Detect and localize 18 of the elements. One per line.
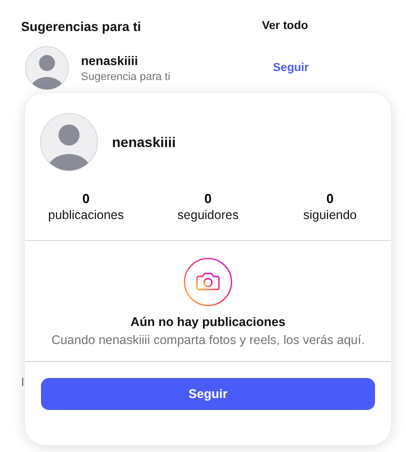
- profile-username[interactable]: nenaskiiii: [112, 134, 176, 150]
- stat-label: seguidores: [177, 208, 239, 222]
- stat-label: siguiendo: [303, 208, 357, 222]
- footer-link[interactable]: I: [21, 374, 24, 390]
- stat-count: 0: [204, 191, 212, 206]
- section-title: Sugerencias para ti: [21, 18, 142, 34]
- stat-label: publicaciones: [48, 208, 124, 222]
- follow-button[interactable]: Seguir: [41, 378, 375, 410]
- follow-link[interactable]: Seguir: [273, 62, 309, 74]
- empty-title: Aún no hay publicaciones: [130, 315, 286, 329]
- empty-description: Cuando nenaskiiii comparta fotos y reels, los verás aquí.: [51, 332, 365, 349]
- stat-count: 0: [326, 191, 334, 206]
- username[interactable]: nenaskiiii: [81, 54, 273, 68]
- camera-icon: [183, 257, 233, 307]
- stat-count: 0: [82, 191, 90, 206]
- avatar-icon[interactable]: [40, 113, 98, 171]
- suggestion-subtitle: Sugerencia para ti: [81, 70, 172, 82]
- see-all-link[interactable]: Ver todo: [262, 20, 308, 32]
